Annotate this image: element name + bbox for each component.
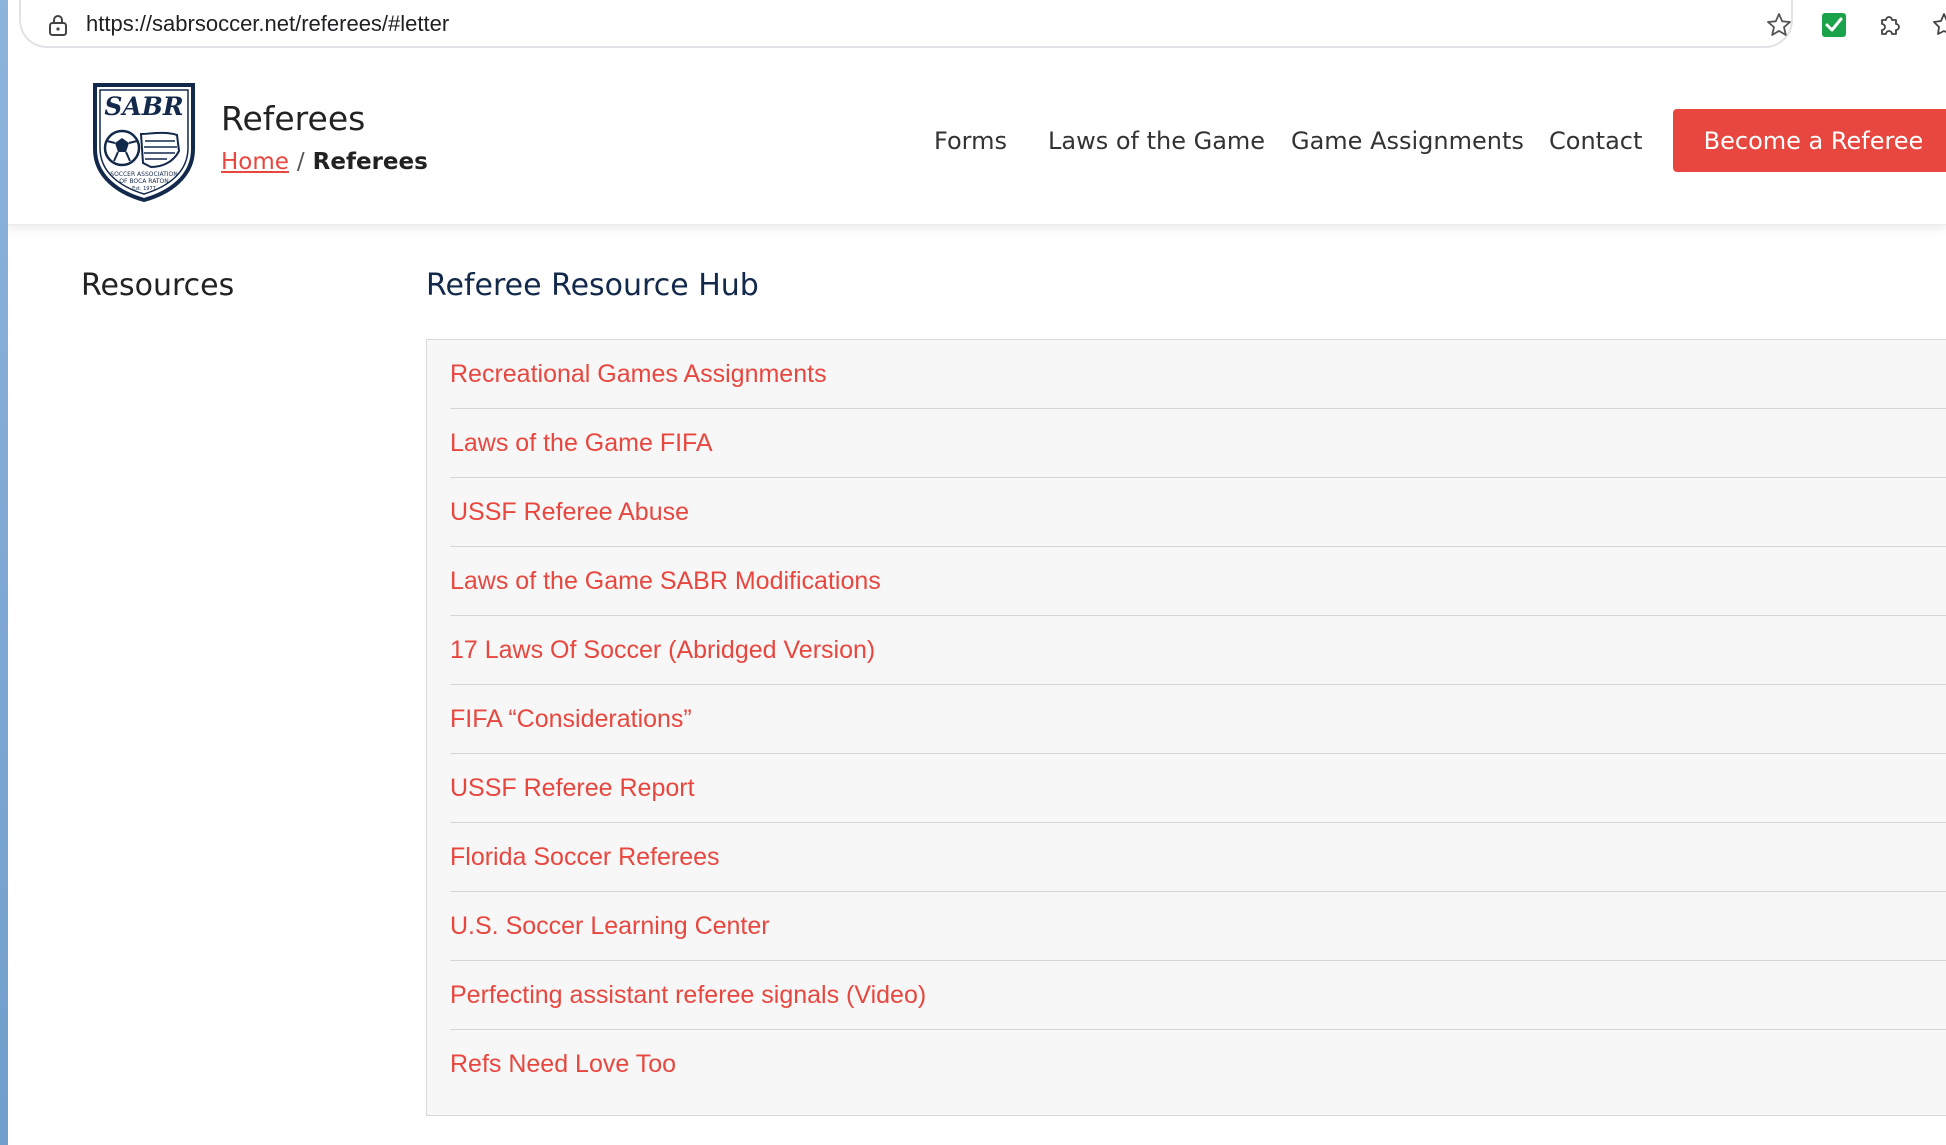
resource-panel: Recreational Games Assignments Laws of t… <box>426 339 1946 1116</box>
resource-link-17-laws-of-soccer[interactable]: 17 Laws Of Soccer (Abridged Version) <box>450 636 875 665</box>
list-item: FIFA “Considerations” <box>450 685 1946 754</box>
resource-link-recreational-games-assignments[interactable]: Recreational Games Assignments <box>450 360 827 389</box>
breadcrumb-home-link[interactable]: Home <box>221 149 289 175</box>
sabr-logo[interactable]: SABR SOCCER ASSOCIATION OF BOCA RATON Es… <box>87 79 201 203</box>
list-item: U.S. Soccer Learning Center <box>450 892 1946 961</box>
list-item: Perfecting assistant referee signals (Vi… <box>450 961 1946 1030</box>
become-a-referee-button[interactable]: Become a Referee <box>1673 109 1946 172</box>
list-item: USSF Referee Report <box>450 754 1946 823</box>
resource-link-assistant-referee-signals[interactable]: Perfecting assistant referee signals (Vi… <box>450 981 926 1010</box>
list-item: Laws of the Game FIFA <box>450 409 1946 478</box>
resource-link-laws-of-the-game-fifa[interactable]: Laws of the Game FIFA <box>450 429 713 458</box>
check-icon[interactable] <box>1821 12 1847 38</box>
list-item: Laws of the Game SABR Modifications <box>450 547 1946 616</box>
list-item: USSF Referee Abuse <box>450 478 1946 547</box>
resource-link-ussf-referee-abuse[interactable]: USSF Referee Abuse <box>450 498 689 527</box>
resource-link-florida-soccer-referees[interactable]: Florida Soccer Referees <box>450 843 720 872</box>
nav-forms[interactable]: Forms <box>934 127 1007 155</box>
resource-link-fifa-considerations[interactable]: FIFA “Considerations” <box>450 705 692 734</box>
logo-initials: SABR <box>104 92 183 121</box>
nav-game-assignments[interactable]: Game Assignments <box>1291 127 1524 155</box>
list-item: Recreational Games Assignments <box>450 340 1946 409</box>
resource-link-refs-need-love-too[interactable]: Refs Need Love Too <box>450 1050 676 1079</box>
address-bar[interactable]: https://sabrsoccer.net/referees/#letter <box>19 0 1793 48</box>
site-header: SABR SOCCER ASSOCIATION OF BOCA RATON Es… <box>8 57 1946 225</box>
logo-text-line2: OF BOCA RATON <box>119 178 168 185</box>
logo-text-line3: Est. 1977 <box>132 186 156 192</box>
hub-title: Referee Resource Hub <box>426 268 759 303</box>
breadcrumb: Home / Referees <box>221 149 428 175</box>
nav-contact[interactable]: Contact <box>1549 127 1642 155</box>
resource-link-sabr-modifications[interactable]: Laws of the Game SABR Modifications <box>450 567 881 596</box>
breadcrumb-current: Referees <box>312 149 428 175</box>
resource-link-ussf-referee-report[interactable]: USSF Referee Report <box>450 774 695 803</box>
lock-icon[interactable] <box>47 13 69 37</box>
star-icon[interactable] <box>1765 11 1793 39</box>
page-title: Referees <box>221 99 366 138</box>
logo-text-line1: SOCCER ASSOCIATION <box>110 171 177 178</box>
bookmarks-icon[interactable] <box>1932 11 1946 39</box>
sidebar-title: Resources <box>81 268 235 303</box>
nav-laws-of-the-game[interactable]: Laws of the Game <box>1048 127 1265 155</box>
browser-toolbar: https://sabrsoccer.net/referees/#letter <box>8 0 1946 57</box>
breadcrumb-separator: / <box>296 149 305 175</box>
resource-link-us-soccer-learning-center[interactable]: U.S. Soccer Learning Center <box>450 912 770 941</box>
list-item: Refs Need Love Too <box>450 1030 1946 1099</box>
puzzle-icon[interactable] <box>1876 11 1904 39</box>
url-text[interactable]: https://sabrsoccer.net/referees/#letter <box>86 11 449 37</box>
list-item: Florida Soccer Referees <box>450 823 1946 892</box>
list-item: 17 Laws Of Soccer (Abridged Version) <box>450 616 1946 685</box>
web-page: SABR SOCCER ASSOCIATION OF BOCA RATON Es… <box>8 57 1946 1145</box>
